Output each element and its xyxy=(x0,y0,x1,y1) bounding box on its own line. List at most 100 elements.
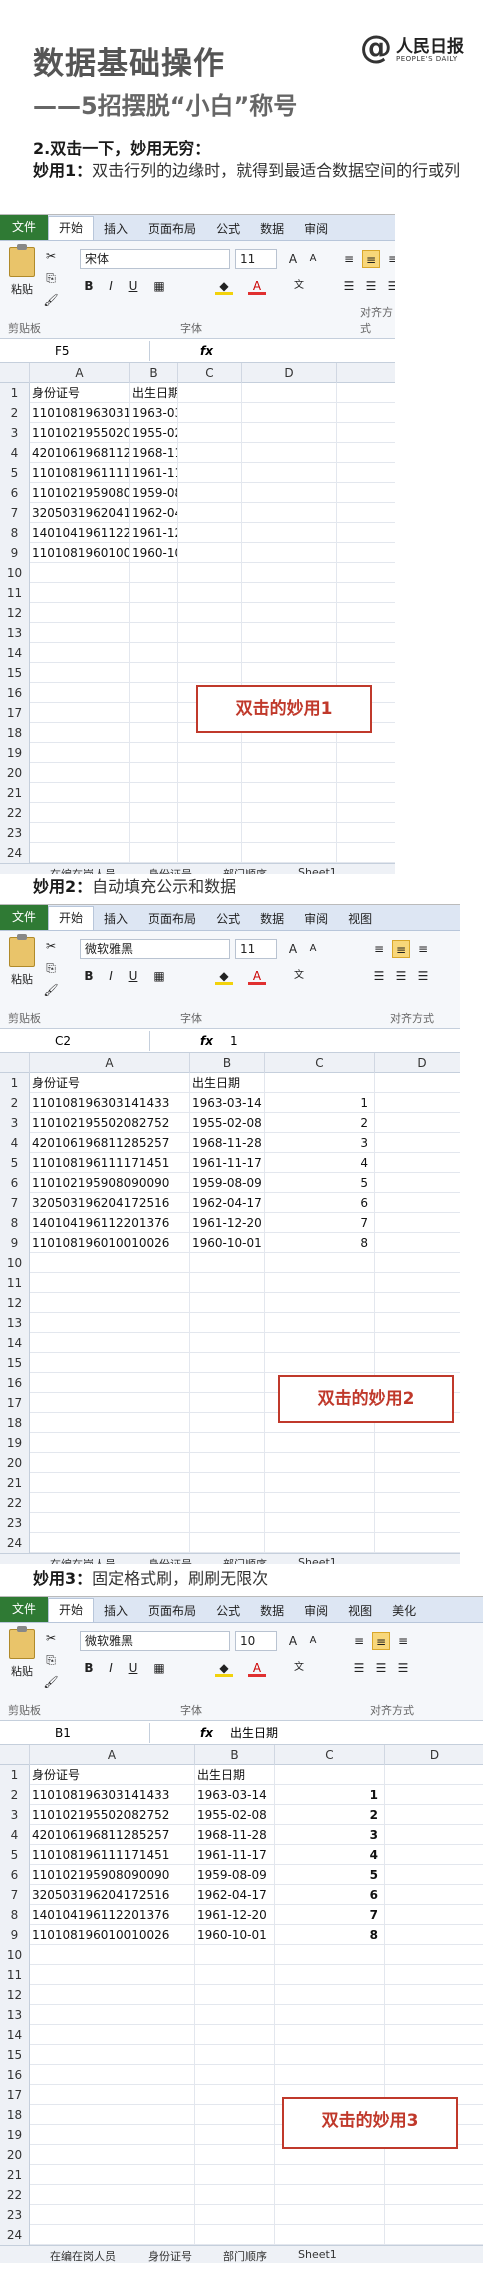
align-center-icon[interactable]: ☰ xyxy=(372,1659,390,1677)
cell[interactable] xyxy=(130,663,178,683)
sheet-tab-1[interactable]: 身份证号 xyxy=(148,2248,192,2264)
align-left-icon[interactable]: ☰ xyxy=(370,967,388,985)
cell[interactable] xyxy=(242,823,337,843)
cell[interactable]: 3 xyxy=(275,1825,385,1845)
cell[interactable] xyxy=(385,1985,483,2005)
cell[interactable]: 1963-03-14 xyxy=(130,403,178,423)
cell[interactable] xyxy=(30,563,130,583)
row-number[interactable]: 18 xyxy=(0,1413,30,1433)
cell[interactable] xyxy=(385,2065,483,2085)
row-number[interactable]: 19 xyxy=(0,2125,30,2145)
col-header-B[interactable]: B xyxy=(190,1053,265,1073)
phonetic-icon[interactable]: 文 xyxy=(290,967,308,985)
cell[interactable] xyxy=(30,703,130,723)
cut-icon[interactable]: ✂ xyxy=(42,937,60,955)
cell[interactable] xyxy=(130,763,178,783)
cell[interactable] xyxy=(30,2145,195,2165)
tab-1[interactable]: 开始 xyxy=(48,216,95,240)
cell[interactable] xyxy=(130,843,178,863)
cell[interactable] xyxy=(385,1965,483,1985)
cell[interactable]: 110108196111171451 xyxy=(30,1153,190,1173)
paste-button[interactable]: 粘贴 xyxy=(6,244,38,296)
col-header-A[interactable]: A xyxy=(30,1745,195,1765)
cell[interactable]: 140104196112201376 xyxy=(30,1213,190,1233)
cell[interactable] xyxy=(265,1353,375,1373)
cell[interactable] xyxy=(30,2085,195,2105)
cell[interactable] xyxy=(242,503,337,523)
cell[interactable] xyxy=(190,1453,265,1473)
cell[interactable] xyxy=(265,1273,375,1293)
cell[interactable]: 1955-02-08 xyxy=(190,1113,265,1133)
cell[interactable]: 1960-10-01 xyxy=(195,1925,275,1945)
col-header-D[interactable]: D xyxy=(242,363,337,383)
cell[interactable] xyxy=(275,2225,385,2245)
font-color-icon[interactable]: A xyxy=(248,1659,266,1677)
cell[interactable] xyxy=(130,583,178,603)
sheet-tab-2[interactable]: 部门顺序 xyxy=(223,2248,267,2264)
cell[interactable]: 2 xyxy=(265,1113,375,1133)
cell[interactable] xyxy=(195,2105,275,2125)
cell[interactable]: 5 xyxy=(275,1865,385,1885)
row-number[interactable]: 16 xyxy=(0,683,30,703)
row-number[interactable]: 5 xyxy=(0,1845,30,1865)
cell[interactable] xyxy=(385,1925,483,1945)
cell[interactable] xyxy=(30,663,130,683)
cell[interactable] xyxy=(195,2205,275,2225)
cell[interactable] xyxy=(190,1493,265,1513)
cell[interactable] xyxy=(195,2045,275,2065)
cell[interactable] xyxy=(190,1313,265,1333)
copy-icon[interactable]: ⎘ xyxy=(42,269,60,287)
cell[interactable] xyxy=(30,1373,190,1393)
font-size-select[interactable]: 11 xyxy=(235,249,277,269)
cell[interactable] xyxy=(385,2225,483,2245)
cell[interactable] xyxy=(30,2065,195,2085)
cell[interactable] xyxy=(385,1945,483,1965)
font-name-select[interactable]: 微软雅黑 xyxy=(80,1631,230,1651)
cell[interactable] xyxy=(130,683,178,703)
font-color-icon[interactable]: A xyxy=(248,967,266,985)
fx-icon[interactable]: fx xyxy=(200,1723,213,1743)
cell[interactable]: 1960-10-01 xyxy=(130,543,178,563)
cell[interactable] xyxy=(375,1533,460,1553)
row-number[interactable]: 7 xyxy=(0,503,30,523)
cell[interactable] xyxy=(275,2045,385,2065)
cell[interactable] xyxy=(30,1293,190,1313)
underline-icon[interactable]: U xyxy=(124,277,142,295)
row-number[interactable]: 1 xyxy=(0,383,30,403)
row-number[interactable]: 24 xyxy=(0,1533,30,1553)
cell[interactable] xyxy=(265,1073,375,1093)
cell[interactable] xyxy=(178,483,242,503)
cell[interactable] xyxy=(30,763,130,783)
row-number[interactable]: 14 xyxy=(0,2025,30,2045)
cell[interactable] xyxy=(375,1253,460,1273)
cell[interactable] xyxy=(275,2065,385,2085)
row-number[interactable]: 12 xyxy=(0,1985,30,2005)
cell[interactable]: 身份证号 xyxy=(30,1765,195,1785)
cell[interactable] xyxy=(190,1393,265,1413)
row-number[interactable]: 3 xyxy=(0,423,30,443)
cell[interactable] xyxy=(242,643,337,663)
cell[interactable]: 2 xyxy=(275,1805,385,1825)
row-number[interactable]: 15 xyxy=(0,1353,30,1373)
cell[interactable] xyxy=(30,2185,195,2205)
cell[interactable]: 1963-03-14 xyxy=(195,1785,275,1805)
row-number[interactable]: 23 xyxy=(0,2205,30,2225)
fill-color-icon[interactable]: ◆ xyxy=(215,967,233,985)
cell[interactable] xyxy=(190,1373,265,1393)
cell[interactable] xyxy=(375,1293,460,1313)
cell[interactable] xyxy=(265,1333,375,1353)
cell[interactable] xyxy=(275,2005,385,2025)
border-icon[interactable]: ▦ xyxy=(150,967,168,985)
select-all-corner[interactable] xyxy=(0,1053,30,1073)
cell[interactable] xyxy=(178,463,242,483)
row-number[interactable]: 10 xyxy=(0,1945,30,1965)
cell[interactable] xyxy=(178,843,242,863)
row-number[interactable]: 18 xyxy=(0,2105,30,2125)
col-header-C[interactable]: C xyxy=(275,1745,385,1765)
cell[interactable]: 320503196204172516 xyxy=(30,503,130,523)
cell[interactable] xyxy=(242,783,337,803)
cell[interactable] xyxy=(190,1273,265,1293)
tab-4[interactable]: 公式 xyxy=(206,908,250,930)
tab-3[interactable]: 页面布局 xyxy=(138,218,206,240)
cell[interactable]: 1962-04-17 xyxy=(190,1193,265,1213)
